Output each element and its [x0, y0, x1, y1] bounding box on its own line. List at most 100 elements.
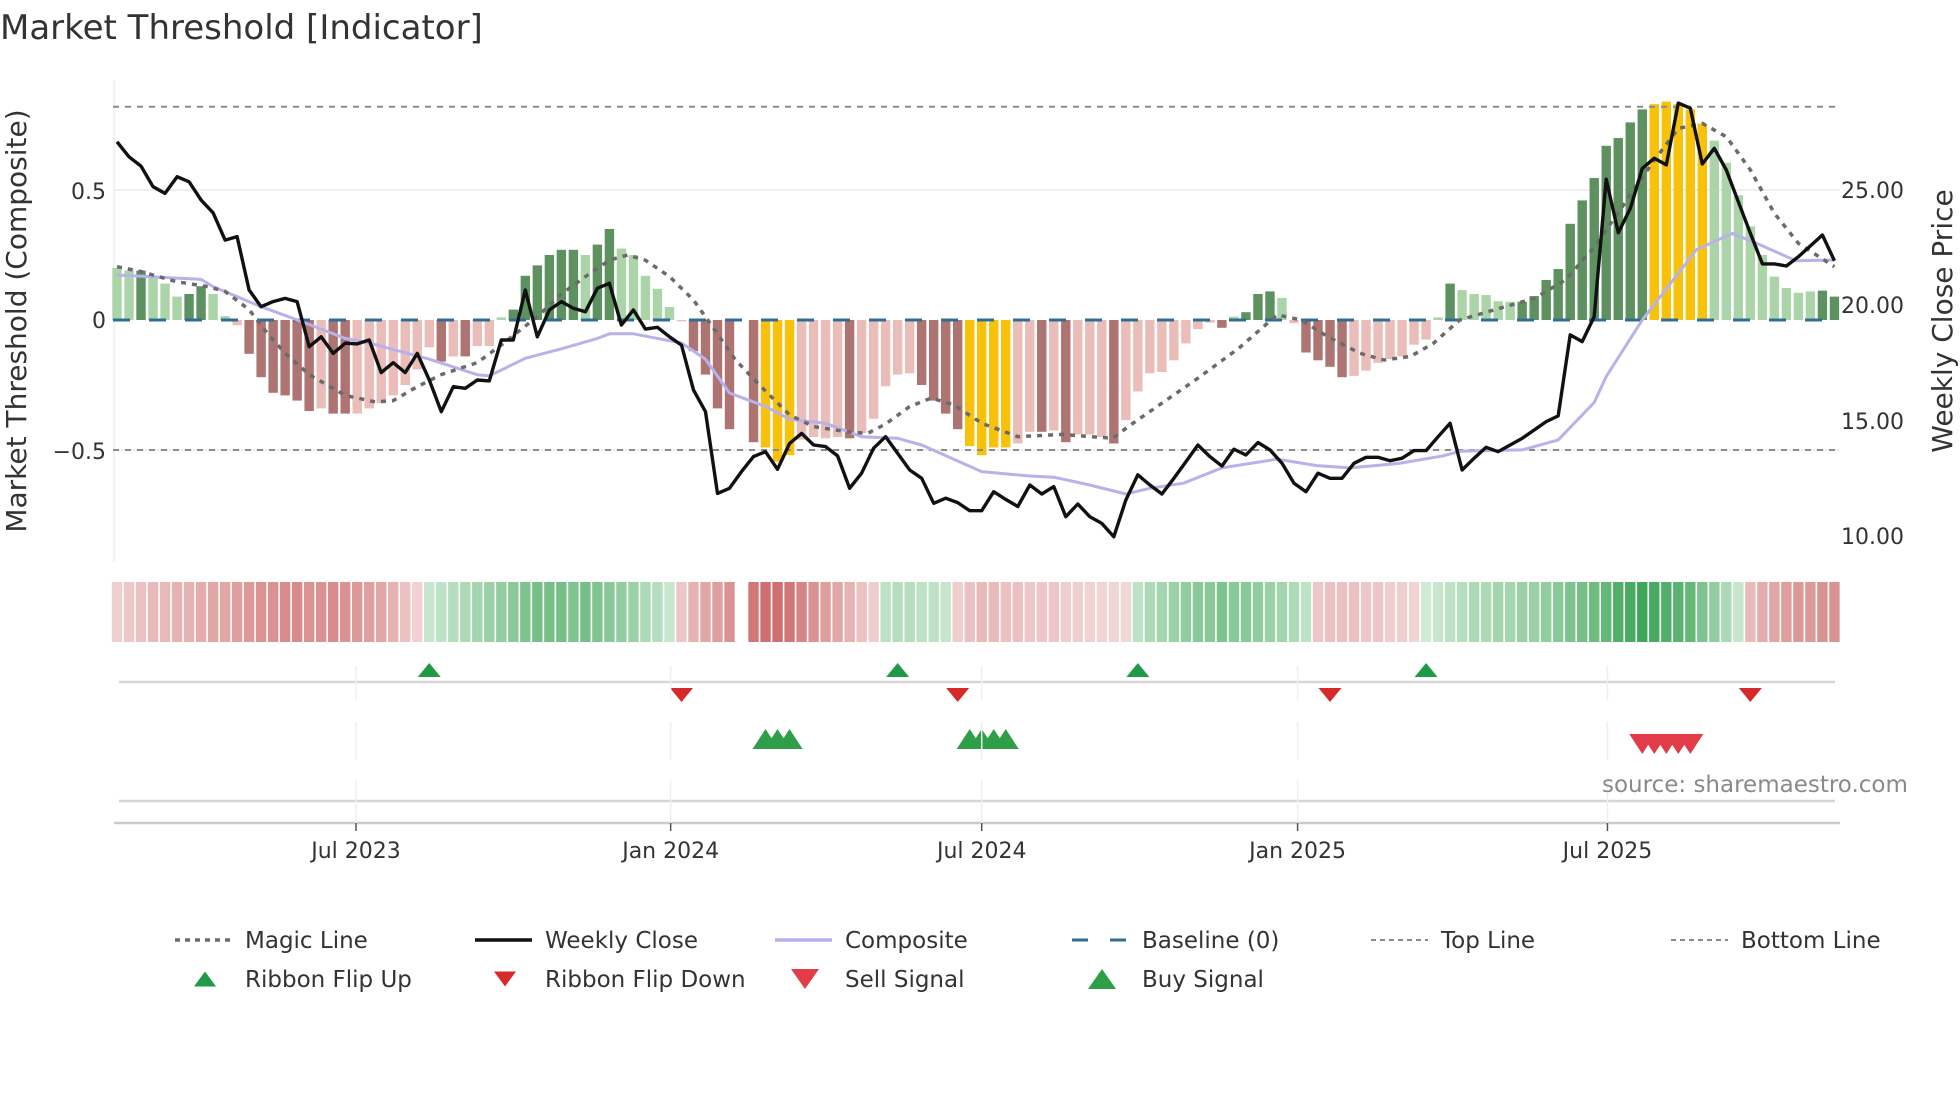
histogram-bar [1097, 320, 1107, 437]
left-tick-label: 0 [92, 309, 106, 334]
left-tick-label: −0.5 [53, 440, 106, 465]
ribbon-cell [123, 582, 135, 642]
histogram-bar [124, 270, 134, 320]
histogram-bar [484, 320, 495, 346]
legend-item-flip_down: Ribbon Flip Down [494, 967, 746, 993]
ribbon-cell [1060, 582, 1071, 642]
ribbon-cell [760, 582, 771, 642]
ribbon-cell [1721, 582, 1732, 642]
ribbon-cell [1132, 582, 1144, 642]
ribbon-cell [219, 582, 231, 642]
ribbon-cell [1757, 582, 1768, 642]
legend: Magic Line Weekly Close Composite Baseline … [175, 928, 1881, 993]
right-tick-label: 10.00 [1841, 525, 1904, 550]
ribbon-cell [880, 582, 891, 642]
ribbon-cell [1000, 582, 1011, 642]
histogram-bar [1073, 320, 1083, 435]
x-tick-label: Jan 2024 [620, 839, 719, 864]
composite-line [116, 231, 1835, 496]
histogram-bar [1805, 291, 1816, 320]
ribbon-cell [772, 582, 783, 642]
histogram-bar [784, 320, 795, 456]
ribbon-cell [1601, 582, 1612, 642]
histogram-bar [1265, 291, 1275, 320]
ribbon-cell [1276, 582, 1288, 642]
histogram-bar [316, 320, 326, 409]
histogram-bar [1673, 104, 1683, 320]
ribbon-cell [1613, 582, 1624, 642]
ribbon-cell [195, 582, 207, 642]
ribbon-cell [568, 582, 579, 642]
ribbon-cell [1697, 582, 1708, 642]
histogram-bar [1181, 320, 1191, 344]
ribbon-cell [243, 582, 255, 642]
ribbon-cell [111, 582, 123, 642]
histogram-bar [640, 275, 651, 320]
x-tick-label: Jul 2025 [1561, 839, 1653, 864]
ribbon-cell [1793, 582, 1804, 642]
histogram-bar [904, 320, 915, 374]
ribbon-cell [135, 582, 147, 642]
histogram-bar [1325, 320, 1335, 367]
ribbon-cell [352, 582, 363, 642]
ribbon-cell [1480, 582, 1492, 642]
ribbon-cell [424, 582, 435, 642]
ribbon-cell [147, 582, 159, 642]
histogram-bar [1049, 320, 1059, 431]
ribbon-cell [940, 582, 951, 642]
ribbon-cell [1252, 582, 1264, 642]
ribbon-cell [1829, 582, 1840, 642]
histogram-bar [1313, 320, 1323, 361]
ribbon-cell [580, 582, 591, 642]
ribbon-cell [1108, 582, 1120, 642]
legend-label: Ribbon Flip Up [245, 967, 412, 993]
legend-item-bottom: Bottom Line [1671, 928, 1881, 954]
ribbon-cell [508, 582, 519, 642]
ribbon-cell [1540, 582, 1552, 642]
ribbon-cell [231, 582, 243, 642]
signal-panel [114, 663, 1840, 825]
histogram-bar [208, 294, 218, 320]
histogram-bar [1553, 269, 1563, 320]
histogram-bar [1481, 295, 1491, 320]
ribbon-cell [1300, 582, 1312, 642]
ribbon-cell [676, 582, 687, 642]
histogram-bar [1781, 288, 1792, 320]
legend-item-sell: Sell Signal [791, 967, 965, 993]
histogram-bar [1361, 320, 1371, 371]
ribbon-cell [364, 582, 375, 642]
ribbon-cell [327, 582, 339, 642]
histogram-bar [953, 320, 963, 430]
ribbon-cell [1264, 582, 1276, 642]
ribbon-cell [400, 582, 411, 642]
legend-item-composite: Composite [775, 928, 968, 954]
ribbon-cell [1805, 582, 1816, 642]
histogram-bar [1649, 104, 1659, 320]
histogram-bar [1517, 301, 1527, 320]
ribbon-flip-up-marker [886, 663, 910, 677]
ribbon-flip-up-marker [1414, 663, 1438, 677]
right-axis-title: Weekly Close Price [1926, 189, 1959, 452]
ribbon-cell [1228, 582, 1240, 642]
ribbon-cell [1360, 582, 1372, 642]
ribbon-flip-down-marker [1738, 688, 1762, 702]
histogram-bar [1061, 320, 1071, 443]
histogram-bar [160, 283, 170, 320]
histogram-bar [664, 307, 675, 320]
histogram-bar [1625, 122, 1635, 321]
ribbon-cell [832, 582, 843, 642]
ribbon-flip-up-marker [417, 663, 441, 677]
histogram-bar [1457, 290, 1467, 320]
histogram-bar [268, 320, 278, 393]
histogram-bar [1637, 109, 1647, 321]
ribbon-cell [544, 582, 555, 642]
ribbon-cell [315, 582, 327, 642]
ribbon-cell [159, 582, 171, 642]
histogram-bar [1397, 320, 1407, 357]
ribbon-cell [1733, 582, 1744, 642]
histogram-bar [388, 320, 398, 396]
buy-signal-icon [1088, 969, 1116, 989]
ribbon-cell [1432, 582, 1444, 642]
ribbon-cell [183, 582, 195, 642]
ribbon-cell [604, 582, 615, 642]
